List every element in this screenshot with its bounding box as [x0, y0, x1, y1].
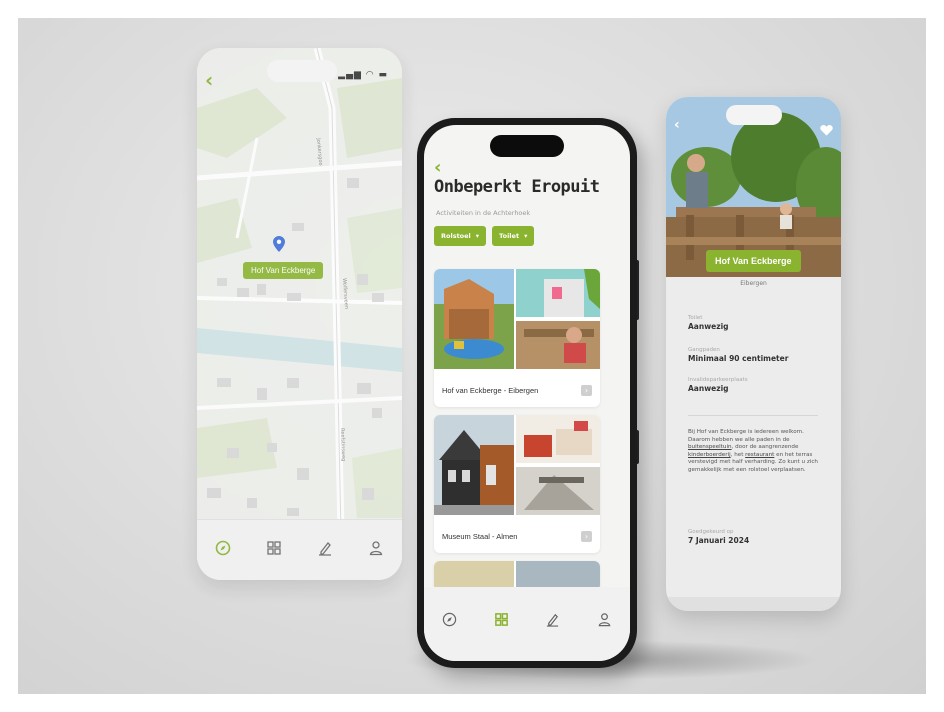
compass-icon[interactable] [442, 612, 457, 631]
link-buitenspeeltuin[interactable]: buitenspeeltuin [688, 444, 732, 450]
description-text: Bij Hof van Eckberge is iedereen welkom.… [688, 429, 804, 443]
grid-icon[interactable] [266, 540, 282, 560]
card-photo [434, 269, 600, 369]
notch [267, 60, 337, 82]
field-label: Gangpaden [688, 347, 720, 353]
grid-icon[interactable] [494, 612, 509, 631]
field-label: Goedgekeurd op [688, 529, 734, 535]
place-location: Eibergen [740, 280, 767, 287]
field-value: Aanwezig [688, 384, 729, 393]
field-label: Invalideparkeerplaats [688, 377, 748, 383]
filter-label: Toilet [499, 232, 520, 240]
dynamic-island [490, 135, 564, 157]
card-footer: Museum Staal - Almen › [434, 519, 600, 553]
chevron-down-icon: ▾ [475, 232, 480, 240]
field-value: 7 Januari 2024 [688, 536, 750, 545]
detail-screen: ‹ Hof Van Eckberge Eibergen Toilet Aanwe… [666, 97, 841, 611]
notch [726, 105, 782, 125]
filter-toilet[interactable]: Toilet ▾ [492, 226, 535, 246]
link-restaurant[interactable]: restaurant [745, 452, 774, 458]
status-icons: ▂▄▆ ◠ ▬ [338, 70, 388, 80]
chevron-left-icon[interactable]: ‹ [674, 117, 680, 133]
chevron-down-icon: ▾ [524, 232, 528, 240]
map-screen: ‹ ▂▄▆ ◠ ▬ Jonkersgoo Wolfersveen Reefsti… [197, 48, 402, 580]
card-footer: Hof van Eckberge - Eibergen › [434, 373, 600, 407]
activity-card[interactable]: Museum Staal - Almen › [434, 415, 600, 553]
divider [688, 415, 818, 416]
description-text: , het [730, 451, 746, 458]
location-label[interactable]: Hof Van Eckberge [243, 262, 324, 279]
bottom-bar [666, 597, 841, 611]
filter-bar: Rolstoel ▾ Toilet ▾ [434, 226, 535, 246]
bottom-nav [424, 587, 630, 661]
field-parkeerplaats: Invalideparkeerplaats Aanwezig [688, 377, 748, 393]
field-label: Toilet [688, 315, 703, 321]
approved-date: Goedgekeurd op 7 Januari 2024 [688, 529, 749, 545]
field-toilet: Toilet Aanwezig [688, 315, 729, 331]
user-icon[interactable] [597, 612, 612, 631]
compass-icon[interactable] [215, 540, 231, 560]
link-kinderboerderij[interactable]: kinderboerderij [688, 452, 731, 458]
page-subtitle: Activiteiten in de Achterhoek [436, 209, 531, 217]
heart-icon[interactable] [820, 121, 833, 140]
description-text: , door de aangrenzende [731, 444, 799, 451]
filter-rolstoel[interactable]: Rolstoel ▾ [434, 226, 487, 246]
chevron-right-icon[interactable]: › [581, 384, 592, 396]
activity-card[interactable]: Hof van Eckberge - Eibergen › [434, 269, 600, 407]
card-photo [434, 415, 600, 515]
list-screen: ‹ Onbeperkt Eropuit Activiteiten in de A… [424, 125, 630, 661]
field-gangpaden: Gangpaden Minimaal 90 centimeter [688, 347, 788, 363]
pencil-icon[interactable] [545, 612, 560, 631]
chevron-left-icon[interactable]: ‹ [434, 157, 441, 178]
map-pin-icon[interactable] [273, 236, 285, 252]
pencil-icon[interactable] [317, 540, 333, 560]
card-title: Museum Staal - Almen [442, 531, 518, 541]
description: Bij Hof van Eckberge is iedereen welkom.… [688, 429, 823, 475]
road-label: Reefstinsweg [339, 428, 347, 462]
chevron-left-icon[interactable]: ‹ [205, 68, 213, 92]
card-title: Hof van Eckberge - Eibergen [442, 385, 539, 395]
page-title: Onbeperkt Eropuit [434, 177, 600, 197]
chevron-right-icon[interactable]: › [581, 530, 592, 542]
filter-label: Rolstoel [441, 232, 471, 240]
center-phone: ‹ Onbeperkt Eropuit Activiteiten in de A… [417, 118, 637, 668]
bottom-nav [197, 519, 402, 580]
field-value: Minimaal 90 centimeter [688, 354, 789, 363]
map-canvas[interactable] [197, 48, 402, 580]
user-icon[interactable] [368, 540, 384, 560]
field-value: Aanwezig [688, 322, 729, 331]
place-name-badge: Hof Van Eckberge [706, 250, 801, 272]
